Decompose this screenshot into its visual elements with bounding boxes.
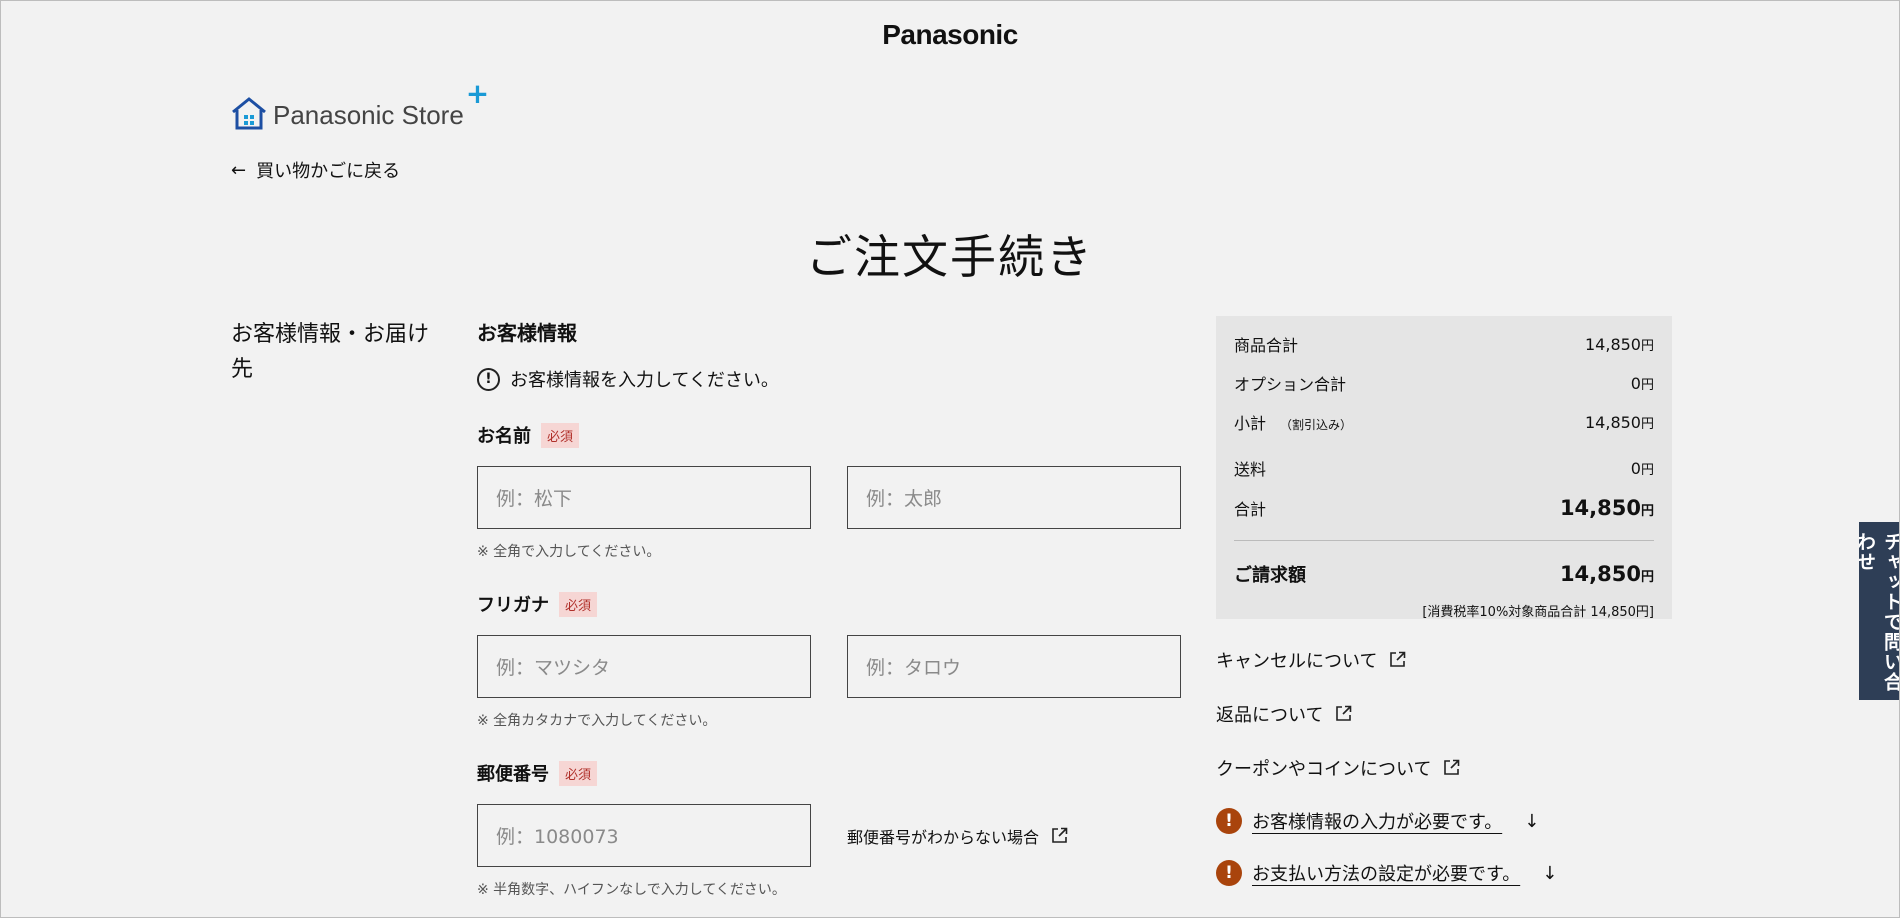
returns-policy-label: 返品について bbox=[1216, 704, 1324, 726]
back-to-cart-link[interactable]: ← 買い物かごに戻る bbox=[231, 157, 400, 183]
subtotal-value: 14,850 bbox=[1585, 412, 1641, 432]
shipping-row: 送料 0円 bbox=[1234, 456, 1654, 480]
last-kana-input[interactable]: 例：マツシタ bbox=[477, 635, 811, 698]
yen-unit: 円 bbox=[1640, 416, 1654, 432]
customer-info-form: お客様情報 ! お客様情報を入力してください。 お名前 必須 例：松下 例：太郎… bbox=[477, 317, 1183, 899]
house-icon bbox=[232, 97, 266, 130]
notice-text: お客様情報を入力してください。 bbox=[510, 370, 779, 391]
postal-help-label: 郵便番号がわからない場合 bbox=[847, 827, 1040, 847]
option-total-row: オプション合計 0円 bbox=[1234, 371, 1654, 395]
postal-label-text: 郵便番号 bbox=[477, 764, 549, 785]
last-name-input[interactable]: 例：松下 bbox=[477, 466, 811, 529]
subtotal-label: 小計 bbox=[1234, 414, 1267, 433]
coupons-link[interactable]: クーポンやコインについて bbox=[1216, 754, 1557, 781]
payment-alert-text: お支払い方法の設定が必要です。 bbox=[1252, 864, 1521, 885]
arrow-down-icon: ↓ bbox=[1524, 810, 1540, 832]
returns-policy-link[interactable]: 返品について bbox=[1216, 700, 1557, 727]
option-total-label: オプション合計 bbox=[1234, 375, 1347, 394]
first-kana-input[interactable]: 例：タロウ bbox=[847, 635, 1181, 698]
name-label: お名前 必須 bbox=[477, 422, 1183, 448]
external-link-icon bbox=[1390, 651, 1406, 667]
option-total-value: 0 bbox=[1630, 373, 1641, 393]
required-badge: 必須 bbox=[559, 760, 598, 786]
cancel-policy-link[interactable]: キャンセルについて bbox=[1216, 646, 1557, 673]
form-notice: ! お客様情報を入力してください。 bbox=[477, 366, 1183, 392]
store-plus-mark: + bbox=[465, 77, 490, 110]
external-link-icon bbox=[1052, 827, 1068, 843]
warning-icon: ! bbox=[1216, 808, 1242, 834]
arrow-down-icon: ↓ bbox=[1542, 862, 1558, 884]
first-name-input[interactable]: 例：太郎 bbox=[847, 466, 1181, 529]
order-summary: 商品合計 14,850円 オプション合計 0円 小計 （割引込み） 14,850円… bbox=[1216, 316, 1672, 620]
warning-icon: ! bbox=[1216, 860, 1242, 886]
billing-label: ご請求額 bbox=[1234, 565, 1306, 586]
shipping-label: 送料 bbox=[1234, 460, 1267, 479]
coupons-label: クーポンやコインについて bbox=[1216, 758, 1432, 780]
summary-divider bbox=[1234, 540, 1654, 541]
postal-help-link[interactable]: 郵便番号がわからない場合 bbox=[847, 824, 1068, 848]
chat-inquiry-tab[interactable]: チャットで問い合わせ bbox=[1859, 522, 1899, 700]
form-title: お客様情報 bbox=[477, 321, 577, 345]
store-logo[interactable]: Panasonic Store + bbox=[231, 77, 489, 130]
yen-unit: 円 bbox=[1640, 462, 1654, 478]
customer-info-alert-text: お客様情報の入力が必要です。 bbox=[1252, 812, 1503, 833]
yen-unit: 円 bbox=[1640, 377, 1654, 393]
total-value: 14,850 bbox=[1559, 496, 1641, 520]
billing-value: 14,850 bbox=[1559, 562, 1641, 586]
kana-label-text: フリガナ bbox=[477, 595, 549, 616]
subtotal-note: （割引込み） bbox=[1280, 418, 1353, 432]
payment-alert[interactable]: ! お支払い方法の設定が必要です。 ↓ bbox=[1216, 860, 1557, 886]
yen-unit: 円 bbox=[1640, 504, 1654, 519]
required-badge: 必須 bbox=[559, 591, 598, 617]
external-link-icon bbox=[1444, 759, 1460, 775]
postal-label: 郵便番号 必須 bbox=[477, 760, 1183, 786]
customer-info-alert[interactable]: ! お客様情報の入力が必要です。 ↓ bbox=[1216, 808, 1557, 834]
name-hint: ※ 全角で入力してください。 bbox=[477, 544, 661, 560]
page-title: ご注文手続き bbox=[806, 230, 1094, 284]
name-label-text: お名前 bbox=[477, 426, 531, 447]
required-badge: 必須 bbox=[541, 422, 580, 448]
info-icon: ! bbox=[477, 367, 500, 391]
product-total-label: 商品合計 bbox=[1234, 336, 1299, 355]
kana-hint: ※ 全角カタカナで入力してください。 bbox=[477, 713, 717, 729]
step-heading: お客様情報・お届け先 bbox=[231, 322, 430, 382]
product-total-row: 商品合計 14,850円 bbox=[1234, 332, 1654, 356]
arrow-left-icon: ← bbox=[231, 159, 247, 181]
total-label: 合計 bbox=[1234, 500, 1267, 519]
yen-unit: 円 bbox=[1640, 570, 1654, 585]
kana-label: フリガナ 必須 bbox=[477, 591, 1183, 617]
back-to-cart-label: 買い物かごに戻る bbox=[256, 161, 401, 182]
product-total-value: 14,850 bbox=[1585, 334, 1641, 354]
postal-hint: ※ 半角数字、ハイフンなしで入力してください。 bbox=[477, 882, 786, 898]
tax-note: [消費税率10%対象商品合計 14,850円] bbox=[1422, 605, 1654, 620]
panasonic-logo[interactable]: Panasonic bbox=[1, 19, 1899, 51]
external-link-icon bbox=[1336, 705, 1352, 721]
store-name: Panasonic Store bbox=[273, 100, 464, 130]
cancel-policy-label: キャンセルについて bbox=[1216, 650, 1378, 672]
subtotal-row: 小計 （割引込み） 14,850円 bbox=[1234, 410, 1654, 434]
shipping-value: 0 bbox=[1630, 458, 1641, 478]
total-row: 合計 14,850円 bbox=[1234, 496, 1654, 520]
info-links: キャンセルについて 返品について クーポンやコインについて ! お客様情報の入力… bbox=[1216, 646, 1557, 912]
yen-unit: 円 bbox=[1640, 338, 1654, 354]
postal-code-input[interactable]: 例：1080073 bbox=[477, 804, 811, 867]
billing-row: ご請求額 14,850円 bbox=[1234, 561, 1654, 587]
